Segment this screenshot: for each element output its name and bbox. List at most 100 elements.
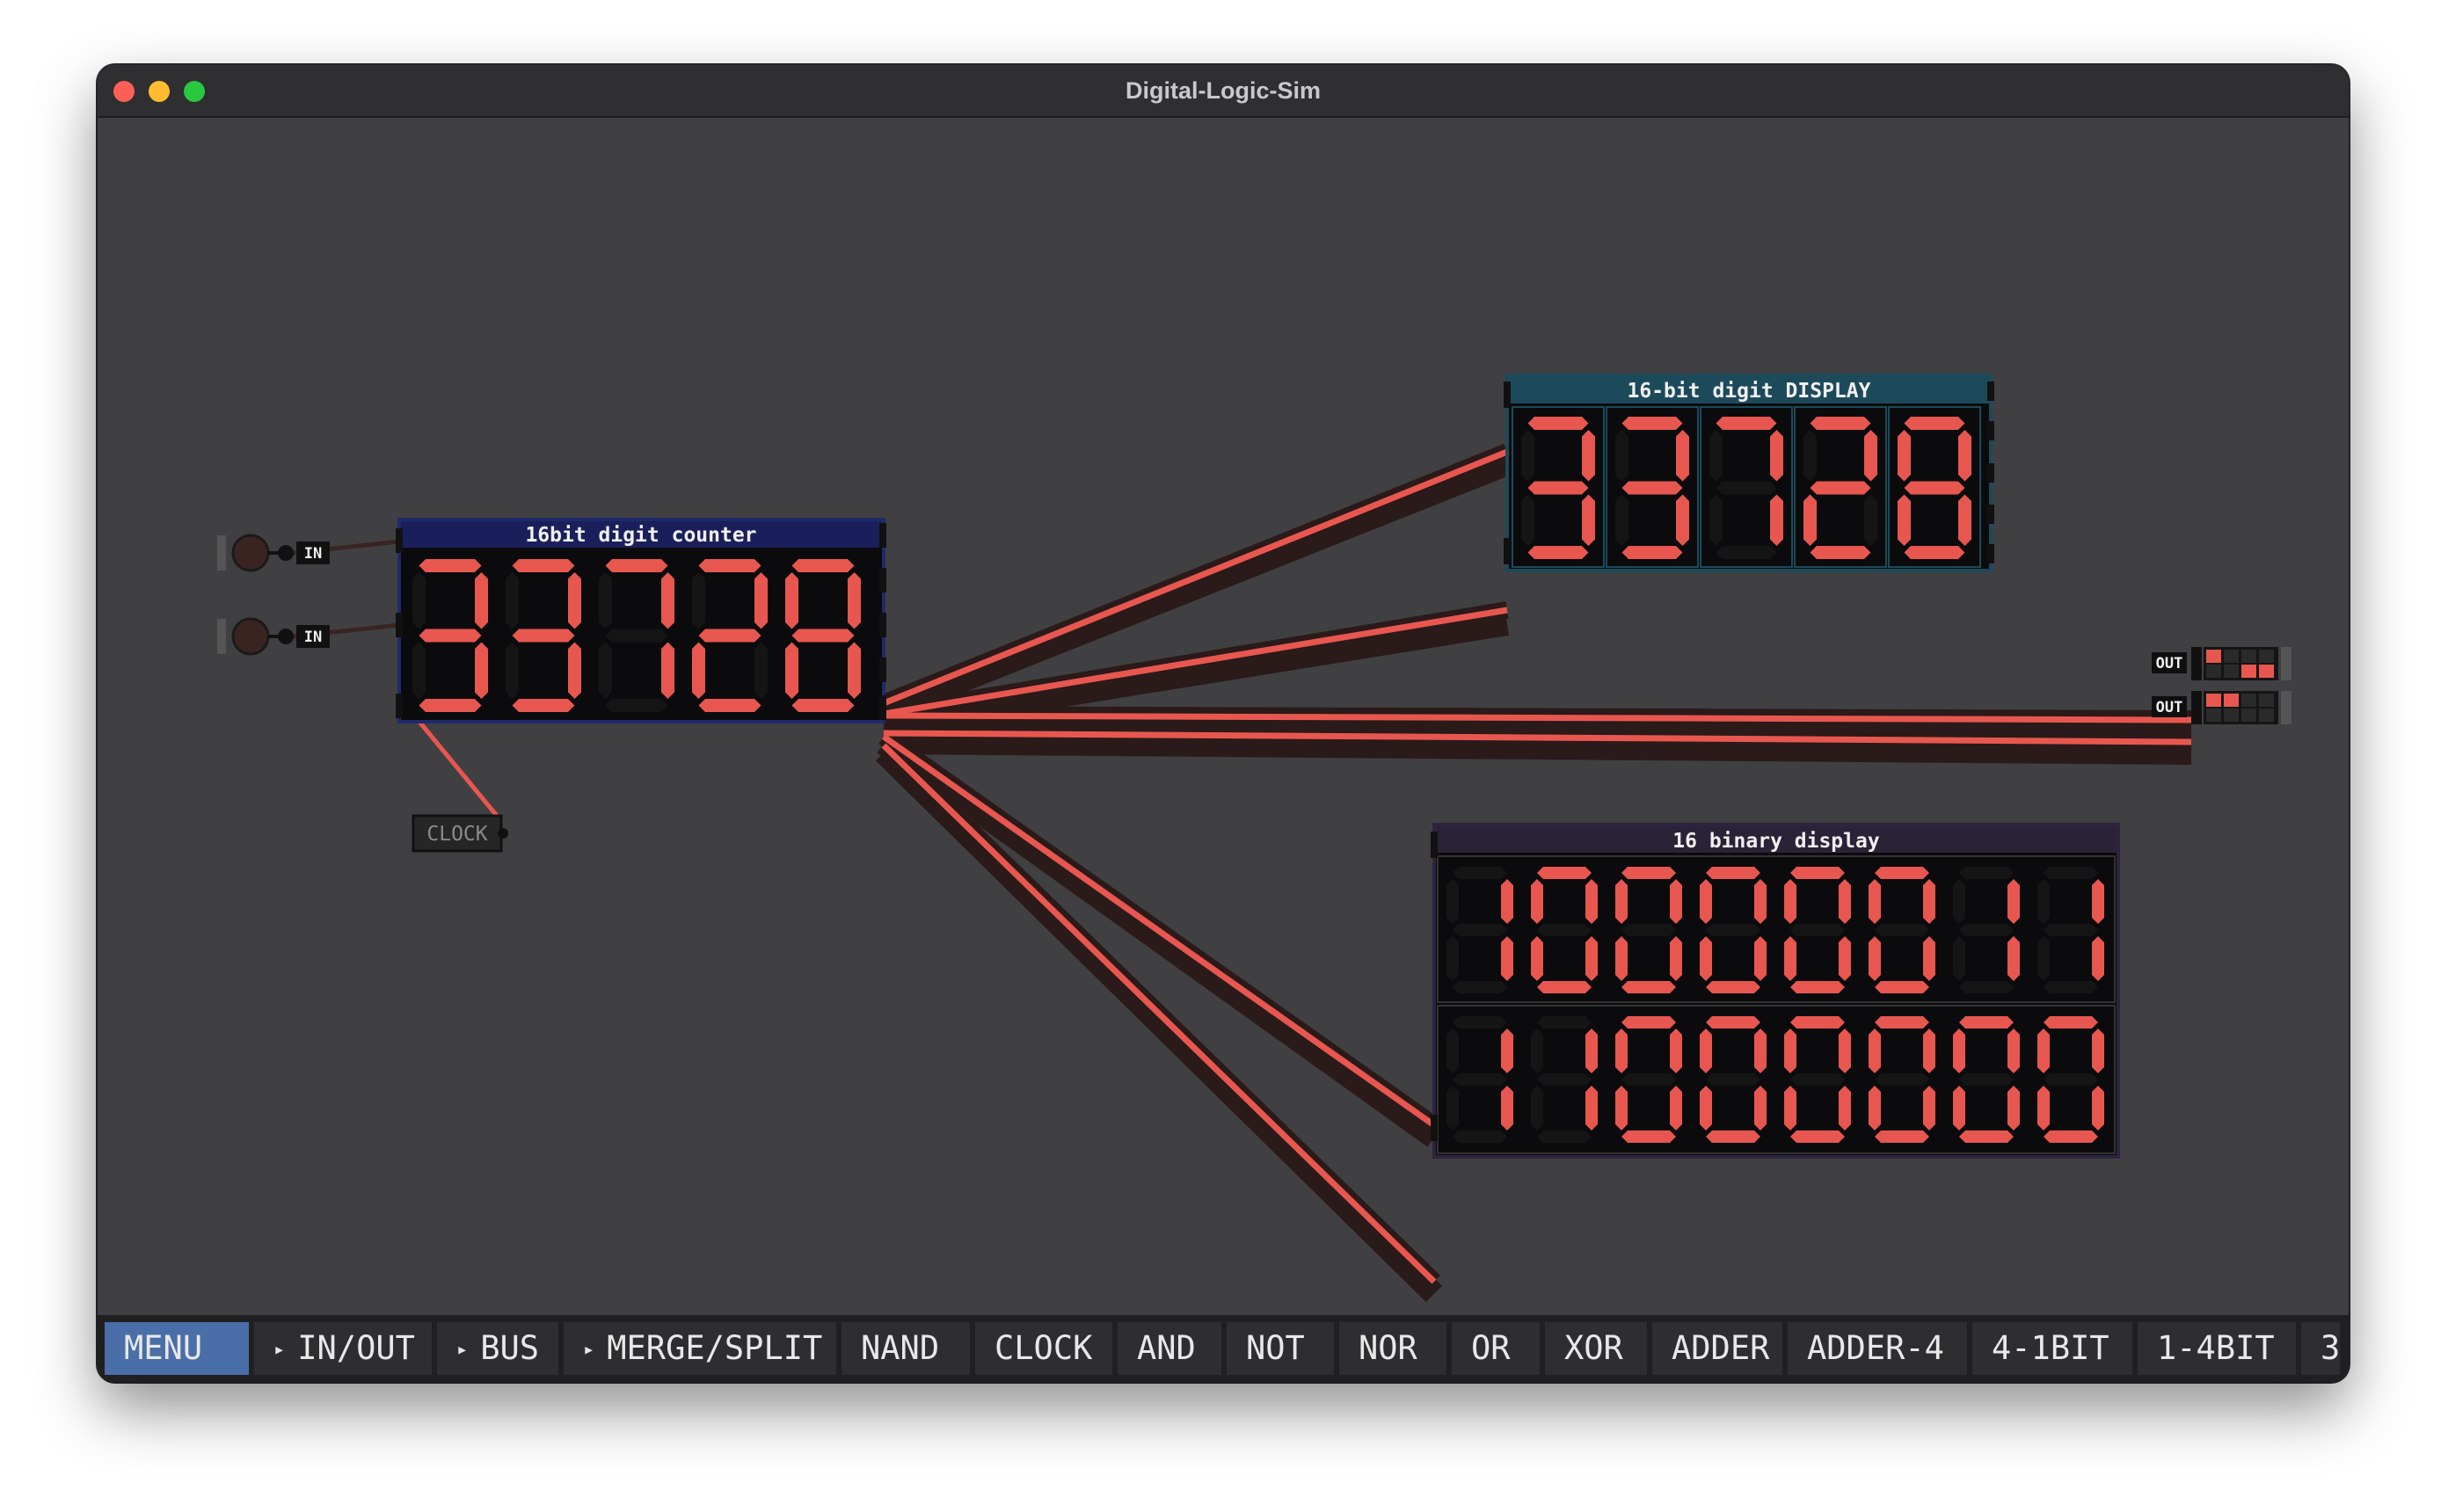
wire[interactable] [881,743,1437,1284]
output-probe-1[interactable]: OUT [2152,647,2291,680]
output-pin[interactable] [2191,691,2202,724]
seg-e [1700,1086,1712,1130]
output-pin[interactable] [2191,647,2202,680]
seg-d [1959,1130,2014,1143]
toolbar-button-in-out[interactable]: ▸ IN/OUT [254,1322,432,1375]
toolbar-button-xor[interactable]: XOR [1545,1322,1647,1375]
seg-b [2092,879,2104,924]
seg-b [1754,879,1767,924]
toolbar-button-menu[interactable]: MENU [105,1322,249,1375]
counter-input-pin[interactable] [396,613,403,637]
seg-b [1676,430,1689,482]
wire[interactable] [883,712,2192,723]
output-bit-cell [2259,694,2274,707]
counter-output-pin[interactable] [879,658,886,682]
clock-label: CLOCK [426,823,487,846]
input-pin-handle[interactable] [217,619,226,654]
seg-f [2037,879,2050,924]
toolbar-button-adder-4[interactable]: ADDER-4 [1788,1322,1967,1375]
counter-output-pin[interactable] [879,523,886,548]
toolbar-button-adder[interactable]: ADDER [1652,1322,1782,1375]
display-input-pin[interactable] [1504,538,1511,564]
toolbar-button-nor[interactable]: NOR [1339,1322,1446,1375]
toolbar-button-4-1bit[interactable]: 4-1BIT [1972,1322,2132,1375]
seg-g [605,629,668,643]
counter-output-pin[interactable] [879,568,886,592]
seg-b [1923,1029,1935,1073]
input-toggle-2[interactable]: IN [217,617,330,656]
output-bit-cell [2206,665,2221,678]
seg-d [512,699,575,712]
display-digits [1512,406,1981,568]
digit-display-chip[interactable]: 16-bit digit DISPLAY [1504,374,1994,572]
seg-a [1716,417,1777,430]
toolbar-button-3[interactable]: 3 [2301,1322,2340,1375]
counter-input-pin[interactable] [396,694,403,718]
input-pin[interactable] [278,545,294,561]
seg-c [1676,494,1689,546]
output-bit-cell [2241,650,2256,663]
seg-f [1953,1029,1965,1073]
input-pin-handle[interactable] [217,535,226,571]
seg-a [1790,1016,1845,1029]
seg-a [1453,1016,1507,1029]
seg-c [1839,1086,1851,1130]
seg-c [754,642,768,699]
seg-d [1453,981,1507,993]
toolbar-button-not[interactable]: NOT [1227,1322,1334,1375]
seg-a [1537,1016,1592,1029]
seg-d [419,699,482,712]
seg-c [1923,936,1935,981]
binary-display-chip[interactable]: 16 binary display [1431,823,2120,1159]
binary-input-pin[interactable] [1431,1115,1438,1141]
counter-input-pin[interactable] [396,528,403,553]
seg-a [1810,417,1871,430]
seg-e [1446,1086,1459,1130]
seg-a [1527,417,1589,430]
seg-g [1904,481,1965,495]
binary-display-title: 16 binary display [1672,830,1880,853]
display-input-pin[interactable] [1504,382,1511,408]
toolbar-button-and[interactable]: AND [1118,1322,1221,1375]
toolbar-button-label: ADDER-4 [1807,1329,1944,1367]
seg-f [412,572,426,629]
circuit-canvas[interactable]: IN IN CLOCK 16bit digit counter 16-bit d… [98,118,2349,1377]
output-handle[interactable] [2281,647,2291,680]
counter-output-pin[interactable] [879,613,886,637]
seg-d [1527,546,1589,559]
seg-e [1869,1086,1881,1130]
input-switch[interactable] [231,617,270,656]
toolbar-button-nand[interactable]: NAND [842,1322,970,1375]
counter-chip[interactable]: 16bit digit counter [396,518,886,723]
toolbar-button-label: 3 [2320,1329,2341,1367]
clock-pin[interactable] [498,828,508,839]
seg-a [1621,867,1676,879]
seg-e [412,642,426,699]
toolbar-button-label: XOR [1564,1329,1623,1367]
wire[interactable] [881,734,1437,1128]
output-handle[interactable] [2281,691,2291,724]
seg-c [1923,1086,1935,1130]
input-pin[interactable] [278,629,294,644]
binary-input-pin[interactable] [1431,832,1438,858]
seg-g [1716,481,1777,495]
input-switch[interactable] [231,534,270,572]
toolbar-button-merge-split[interactable]: ▸ MERGE/SPLIT [564,1322,836,1375]
output-bit-cell [2224,694,2239,707]
clock-chip[interactable]: CLOCK [412,814,508,853]
toolbar-button-1-4bit[interactable]: 1-4BIT [2138,1322,2296,1375]
counter-output-pin[interactable] [879,695,886,720]
output-label: OUT [2156,655,2183,672]
seg-g [791,629,855,643]
seg-f [1521,430,1534,482]
seg-a [1790,867,1845,879]
seg-d [1810,546,1871,559]
seg-f [1700,879,1712,924]
toolbar-button-bus[interactable]: ▸ BUS [437,1322,558,1375]
toolbar-button-label: NAND [861,1329,940,1367]
input-toggle-1[interactable]: IN [217,534,330,572]
toolbar-button-label: NOR [1359,1329,1417,1367]
toolbar-button-or[interactable]: OR [1452,1322,1540,1375]
toolbar-button-clock[interactable]: CLOCK [975,1322,1112,1375]
seg-g [1875,1073,1929,1086]
